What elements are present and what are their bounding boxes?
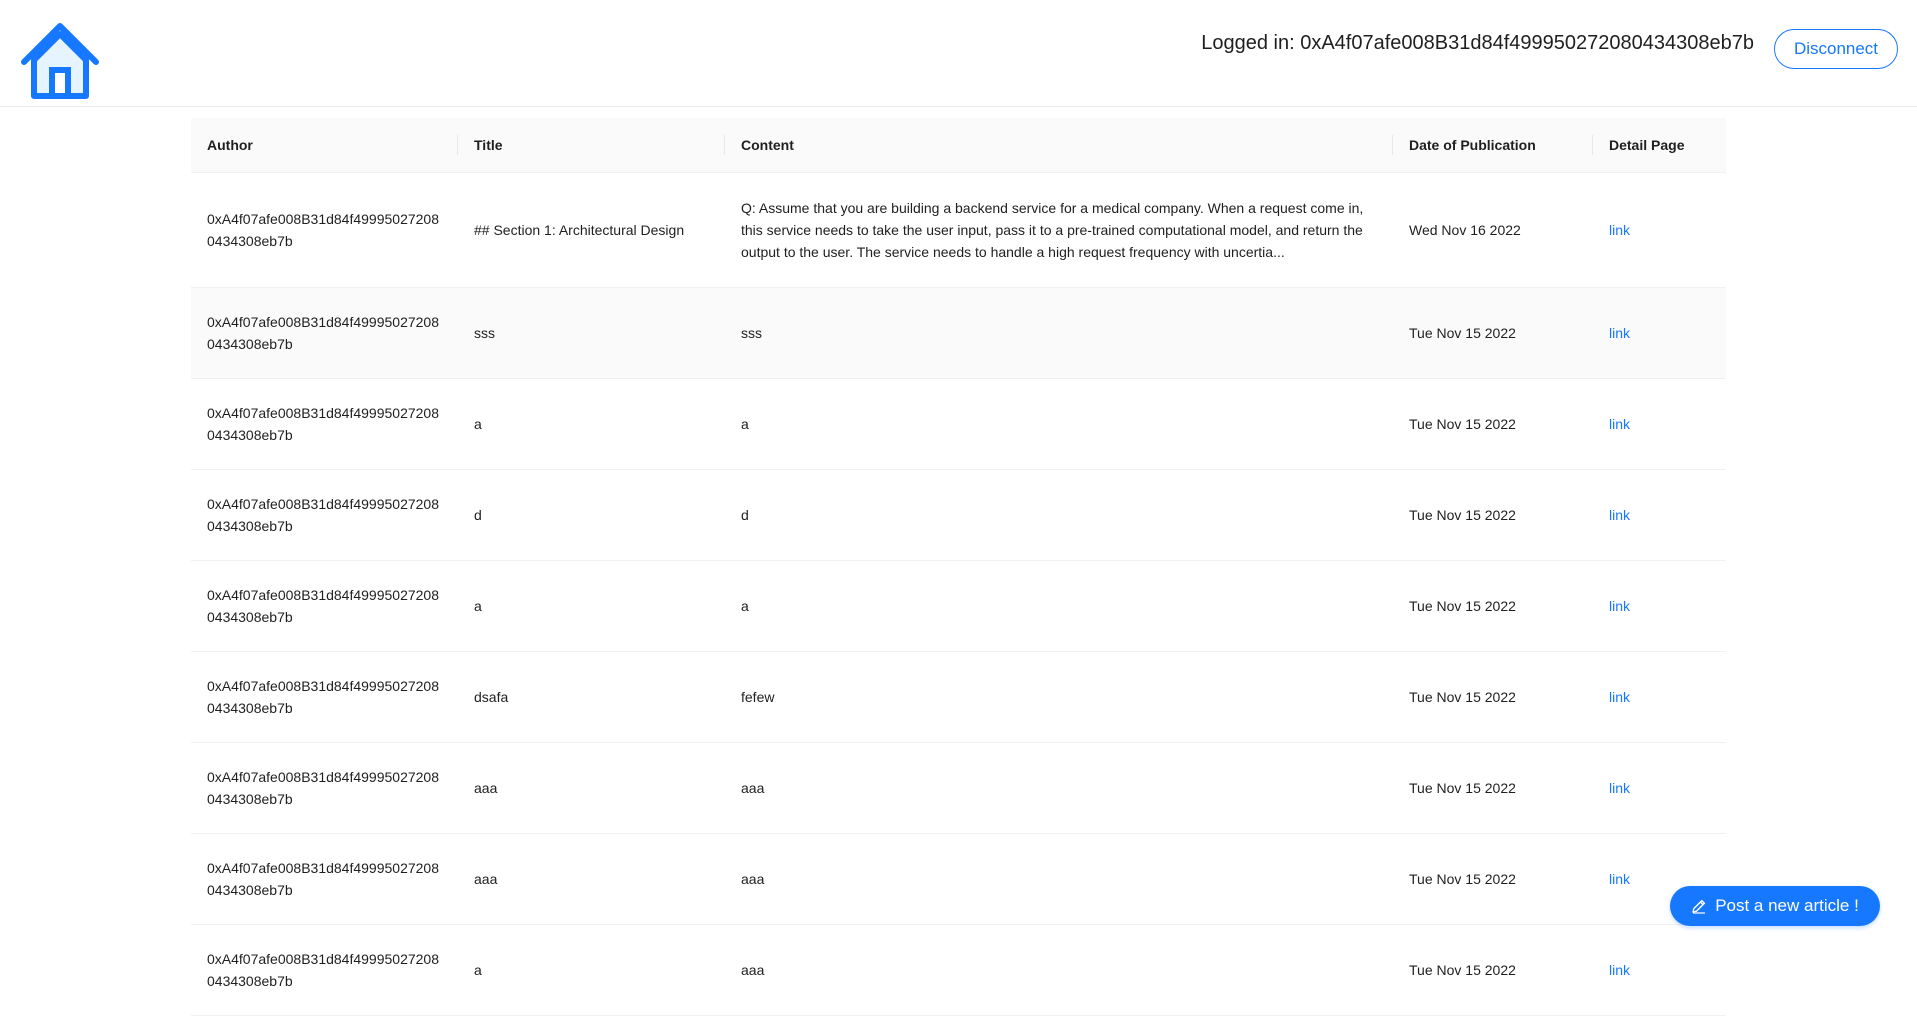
detail-page-cell: link bbox=[1593, 287, 1726, 379]
author-cell: 0xA4f07afe008B31d84f499950272080434308eb… bbox=[191, 172, 458, 288]
date-cell: Wed Nov 16 2022 bbox=[1393, 172, 1593, 288]
edit-icon bbox=[1692, 899, 1706, 914]
logged-in-status: Logged in: 0xA4f07afe008B31d84f499950272… bbox=[1201, 32, 1754, 54]
column-header-author[interactable]: Author bbox=[191, 118, 458, 173]
title-cell: aaa bbox=[458, 742, 725, 834]
content-cell: d bbox=[725, 469, 1393, 561]
content-text: sss bbox=[741, 325, 762, 341]
title-cell: a bbox=[458, 378, 725, 470]
disconnect-button[interactable]: Disconnect bbox=[1774, 29, 1898, 69]
articles-table: Author Title Content Date of Publication… bbox=[191, 118, 1726, 1016]
title-cell: sss bbox=[458, 287, 725, 379]
detail-page-cell: link bbox=[1593, 469, 1726, 561]
post-article-label: Post a new article ! bbox=[1715, 896, 1859, 915]
table-row: 0xA4f07afe008B31d84f499950272080434308eb… bbox=[191, 560, 1726, 652]
detail-page-cell: link bbox=[1593, 560, 1726, 652]
detail-page-cell: link bbox=[1593, 378, 1726, 470]
author-cell: 0xA4f07afe008B31d84f499950272080434308eb… bbox=[191, 378, 458, 470]
date-cell: Tue Nov 15 2022 bbox=[1393, 378, 1593, 470]
author-cell: 0xA4f07afe008B31d84f499950272080434308eb… bbox=[191, 469, 458, 561]
detail-page-link[interactable]: link bbox=[1609, 325, 1630, 341]
content-text: d bbox=[741, 507, 749, 523]
content-text: fefew bbox=[741, 689, 775, 705]
date-cell: Tue Nov 15 2022 bbox=[1393, 742, 1593, 834]
detail-page-cell: link bbox=[1593, 172, 1726, 288]
author-cell: 0xA4f07afe008B31d84f499950272080434308eb… bbox=[191, 560, 458, 652]
detail-page-cell: link bbox=[1593, 651, 1726, 743]
table-row: 0xA4f07afe008B31d84f499950272080434308eb… bbox=[191, 742, 1726, 834]
detail-page-cell: link bbox=[1593, 924, 1726, 1016]
post-article-button[interactable]: Post a new article ! bbox=[1670, 886, 1880, 926]
detail-page-cell: link bbox=[1593, 742, 1726, 834]
title-cell: d bbox=[458, 469, 725, 561]
date-cell: Tue Nov 15 2022 bbox=[1393, 833, 1593, 925]
table-header-row: Author Title Content Date of Publication… bbox=[191, 118, 1726, 173]
content-text: a bbox=[741, 416, 749, 432]
content-cell: a bbox=[725, 560, 1393, 652]
detail-page-link[interactable]: link bbox=[1609, 222, 1630, 238]
table-row: 0xA4f07afe008B31d84f499950272080434308eb… bbox=[191, 924, 1726, 1016]
detail-page-link[interactable]: link bbox=[1609, 871, 1630, 887]
table-row: 0xA4f07afe008B31d84f499950272080434308eb… bbox=[191, 378, 1726, 470]
date-cell: Tue Nov 15 2022 bbox=[1393, 469, 1593, 561]
content-text: aaa bbox=[741, 962, 765, 978]
title-cell: a bbox=[458, 924, 725, 1016]
content-cell: fefew bbox=[725, 651, 1393, 743]
top-bar: Logged in: 0xA4f07afe008B31d84f499950272… bbox=[0, 0, 1917, 107]
content-text: a bbox=[741, 598, 749, 614]
detail-page-link[interactable]: link bbox=[1609, 689, 1630, 705]
table-row: 0xA4f07afe008B31d84f499950272080434308eb… bbox=[191, 833, 1726, 925]
table-row: 0xA4f07afe008B31d84f499950272080434308eb… bbox=[191, 651, 1726, 743]
author-cell: 0xA4f07afe008B31d84f499950272080434308eb… bbox=[191, 742, 458, 834]
content-text: Q: Assume that you are building a backen… bbox=[741, 200, 1364, 260]
column-header-date[interactable]: Date of Publication bbox=[1393, 118, 1593, 173]
detail-page-link[interactable]: link bbox=[1609, 598, 1630, 614]
author-cell: 0xA4f07afe008B31d84f499950272080434308eb… bbox=[191, 651, 458, 743]
author-cell: 0xA4f07afe008B31d84f499950272080434308eb… bbox=[191, 287, 458, 379]
content-cell: aaa bbox=[725, 833, 1393, 925]
date-cell: Tue Nov 15 2022 bbox=[1393, 924, 1593, 1016]
home-button[interactable] bbox=[18, 20, 102, 100]
date-cell: Tue Nov 15 2022 bbox=[1393, 651, 1593, 743]
content-cell: a bbox=[725, 378, 1393, 470]
detail-page-link[interactable]: link bbox=[1609, 962, 1630, 978]
content-cell: aaa bbox=[725, 924, 1393, 1016]
column-header-detail[interactable]: Detail Page bbox=[1593, 118, 1726, 173]
detail-page-link[interactable]: link bbox=[1609, 507, 1630, 523]
content-cell: sss bbox=[725, 287, 1393, 379]
date-cell: Tue Nov 15 2022 bbox=[1393, 560, 1593, 652]
content-text: aaa bbox=[741, 871, 765, 887]
table-row: 0xA4f07afe008B31d84f499950272080434308eb… bbox=[191, 172, 1726, 288]
content-text: aaa bbox=[741, 780, 765, 796]
author-cell: 0xA4f07afe008B31d84f499950272080434308eb… bbox=[191, 924, 458, 1016]
home-icon bbox=[21, 23, 99, 99]
detail-page-link[interactable]: link bbox=[1609, 780, 1630, 796]
content-cell: aaa bbox=[725, 742, 1393, 834]
table-row: 0xA4f07afe008B31d84f499950272080434308eb… bbox=[191, 287, 1726, 379]
column-header-title[interactable]: Title bbox=[458, 118, 725, 173]
detail-page-link[interactable]: link bbox=[1609, 416, 1630, 432]
column-header-content[interactable]: Content bbox=[725, 118, 1393, 173]
content-cell: Q: Assume that you are building a backen… bbox=[725, 172, 1393, 288]
table-row: 0xA4f07afe008B31d84f499950272080434308eb… bbox=[191, 469, 1726, 561]
title-cell: dsafa bbox=[458, 651, 725, 743]
title-cell: a bbox=[458, 560, 725, 652]
title-cell: ## Section 1: Architectural Design bbox=[458, 172, 725, 288]
date-cell: Tue Nov 15 2022 bbox=[1393, 287, 1593, 379]
author-cell: 0xA4f07afe008B31d84f499950272080434308eb… bbox=[191, 833, 458, 925]
title-cell: aaa bbox=[458, 833, 725, 925]
